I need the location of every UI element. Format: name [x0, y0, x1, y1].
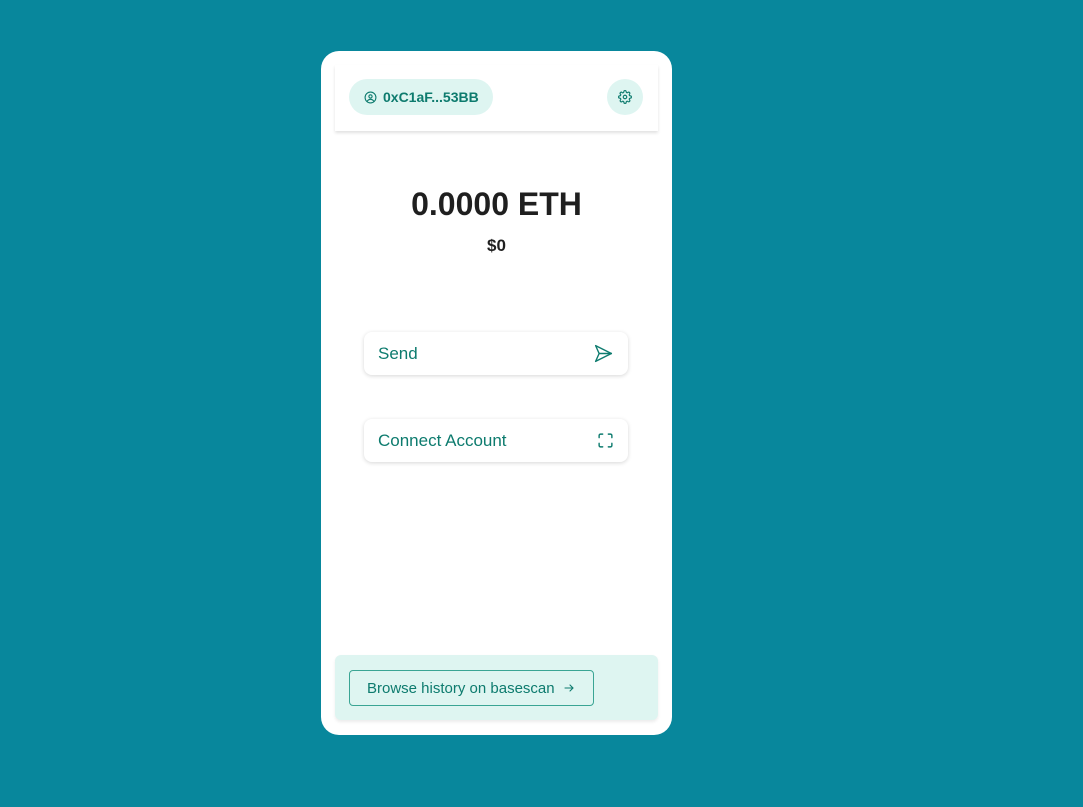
fiat-balance: $0 — [487, 236, 506, 255]
arrow-right-icon — [563, 682, 575, 694]
account-address: 0xC1aF...53BB — [383, 89, 479, 105]
scan-frame-icon — [597, 432, 614, 449]
eth-balance: 0.0000 ETH — [411, 186, 582, 222]
wallet-header: 0xC1aF...53BB — [335, 65, 658, 131]
gear-icon — [618, 90, 632, 104]
browse-history-button[interactable]: Browse history on basescan — [349, 670, 594, 706]
account-button[interactable]: 0xC1aF...53BB — [349, 79, 493, 115]
send-label: Send — [378, 343, 418, 363]
wallet-panel: 0xC1aF...53BB 0.0000 ETH $0 Send Connect… — [321, 51, 672, 735]
send-arrow-icon — [593, 343, 614, 364]
user-circle-icon — [364, 91, 377, 104]
browse-history-label: Browse history on basescan — [367, 679, 555, 697]
send-button[interactable]: Send — [364, 332, 628, 375]
connect-account-label: Connect Account — [378, 430, 507, 450]
wallet-footer: Browse history on basescan — [335, 655, 658, 720]
settings-button[interactable] — [607, 79, 643, 115]
connect-account-button[interactable]: Connect Account — [364, 419, 628, 462]
